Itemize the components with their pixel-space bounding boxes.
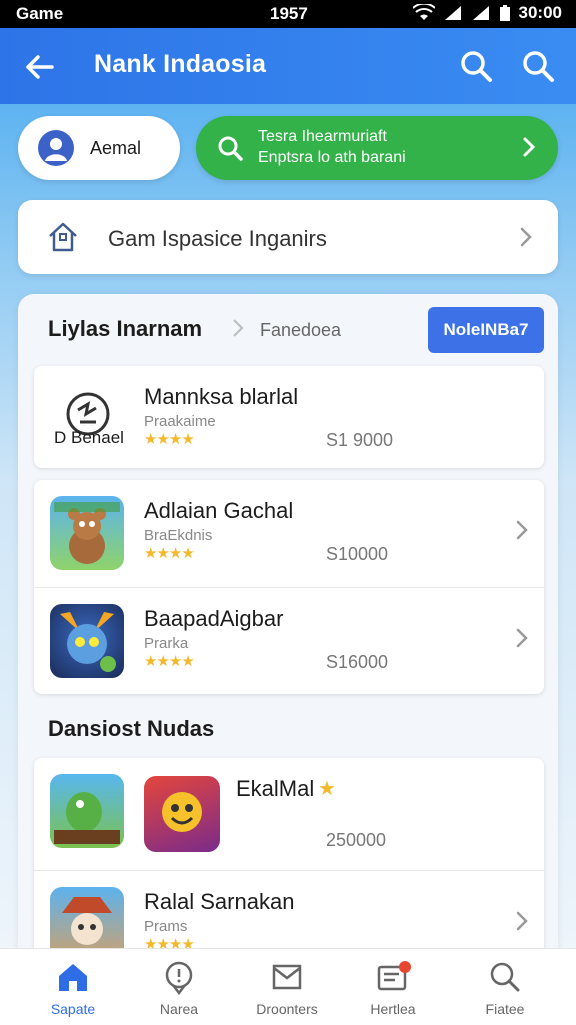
list-item[interactable]: EkalMal ★ 250000 <box>34 758 544 870</box>
game-thumbnail-icon <box>144 776 220 852</box>
game-meta: BraEkdnis <box>144 527 213 544</box>
wifi-icon <box>412 4 435 20</box>
panel-action-button[interactable]: NoleINBa7 <box>428 307 544 353</box>
game-name: Ralal Sarnakan <box>144 889 295 914</box>
panel-header: Liylas Inarnam Fanedoea NoleINBa7 <box>18 294 558 362</box>
game-price: 250000 <box>326 830 387 850</box>
avatar <box>38 130 74 166</box>
star-icon: ★ <box>318 778 336 800</box>
game-card[interactable]: Adlaian Gachal BraEkdnis ★★★★ S10000 Baa… <box>34 480 544 694</box>
search-icon-secondary[interactable] <box>520 48 556 84</box>
game-price: S1 9000 <box>326 430 394 450</box>
home-icon <box>59 964 87 991</box>
search-banner-button[interactable]: Tesra Ihearmuriaft Enptsra lo ath barani <box>196 116 558 180</box>
page-title: Nank Indaosia <box>94 50 267 78</box>
nav-label: Sapate <box>50 1001 96 1017</box>
game-meta: Praakaime <box>144 413 216 430</box>
nav-label: Droonters <box>256 1001 318 1017</box>
game-meta: Prams <box>144 918 188 935</box>
message-icon <box>377 961 411 991</box>
location-pin-icon <box>165 961 193 995</box>
chevron-right-icon <box>516 911 528 931</box>
nav-label: Hertlea <box>370 1001 416 1017</box>
status-clock: 30:00 <box>518 3 562 22</box>
search-icon[interactable] <box>458 48 494 84</box>
game-meta: Prarka <box>144 635 189 652</box>
section-title: Dansiost Nudas <box>48 716 215 741</box>
rating-stars: ★★★★ <box>144 653 195 670</box>
banner-label: Gam Ispasice Inganirs <box>108 226 327 251</box>
chevron-right-icon <box>523 137 536 157</box>
user-profile-button[interactable]: Aemal <box>18 116 180 180</box>
battery-icon <box>499 5 510 21</box>
nav-item-home[interactable]: Sapate <box>23 959 123 1021</box>
game-category-banner[interactable]: Gam Ispasice Inganirs <box>18 200 558 274</box>
search-icon <box>490 962 520 992</box>
game-logo-text: D Benael <box>54 428 124 447</box>
status-time: 1957 <box>270 4 308 23</box>
back-arrow-icon[interactable] <box>22 50 56 84</box>
nav-item-location[interactable]: Narea <box>129 959 229 1021</box>
list-item[interactable]: BaapadAigbar Prarka ★★★★ S16000 <box>34 588 544 694</box>
game-card[interactable]: D Benael Mannksa blarlal Praakaime ★★★★ … <box>34 366 544 468</box>
game-price: S16000 <box>326 652 389 672</box>
user-name: Aemal <box>90 138 142 158</box>
game-card[interactable]: EkalMal ★ 250000 Ralal Sarnakan Prams ★★… <box>34 758 544 968</box>
game-thumbnail-icon <box>50 496 124 570</box>
mail-icon <box>272 964 302 990</box>
game-name: Adlaian Gachal <box>144 498 294 523</box>
chevron-right-icon <box>520 227 532 247</box>
signal-icon <box>444 6 461 20</box>
list-item[interactable]: Adlaian Gachal BraEkdnis ★★★★ S10000 <box>34 480 544 586</box>
app-bar: Nank Indaosia <box>0 28 576 104</box>
rating-stars: ★★★★ <box>144 545 195 562</box>
list-item[interactable]: D Benael Mannksa blarlal Praakaime ★★★★ … <box>34 366 544 472</box>
game-name: Mannksa blarlal <box>144 384 299 409</box>
chevron-right-icon <box>516 628 528 648</box>
panel-title: Liylas Inarnam <box>48 316 203 341</box>
house-icon <box>49 222 77 252</box>
chevron-right-icon <box>233 319 244 337</box>
status-right: 30:00 <box>412 3 562 23</box>
nav-item-messages[interactable]: Hertlea <box>343 959 443 1021</box>
game-name: BaapadAigbar <box>144 606 284 631</box>
search-icon-pill <box>218 136 243 161</box>
status-carrier: Game <box>16 4 64 23</box>
panel-subtitle[interactable]: Fanedoea <box>260 320 341 341</box>
bottom-nav: Sapate Narea Droonters Hertlea Fiatee <box>0 948 576 1025</box>
game-name: EkalMal <box>236 776 315 801</box>
nav-label: Fiatee <box>485 1001 525 1017</box>
signal-icon-2 <box>472 6 489 20</box>
game-thumbnail-icon <box>50 774 124 848</box>
game-price: S10000 <box>326 544 389 564</box>
status-bar: Game 1957 30:00 <box>0 0 576 28</box>
rating-stars: ★★★★ <box>144 431 195 448</box>
search-line-2: Enptsra lo ath barani <box>258 149 406 166</box>
nav-item-search[interactable]: Fiatee <box>455 959 555 1021</box>
chevron-right-icon <box>516 520 528 540</box>
game-thumbnail-icon <box>50 604 124 678</box>
nav-label: Narea <box>159 1001 199 1017</box>
search-line-1: Tesra Ihearmuriaft <box>258 128 387 145</box>
nav-item-mail[interactable]: Droonters <box>237 959 337 1021</box>
